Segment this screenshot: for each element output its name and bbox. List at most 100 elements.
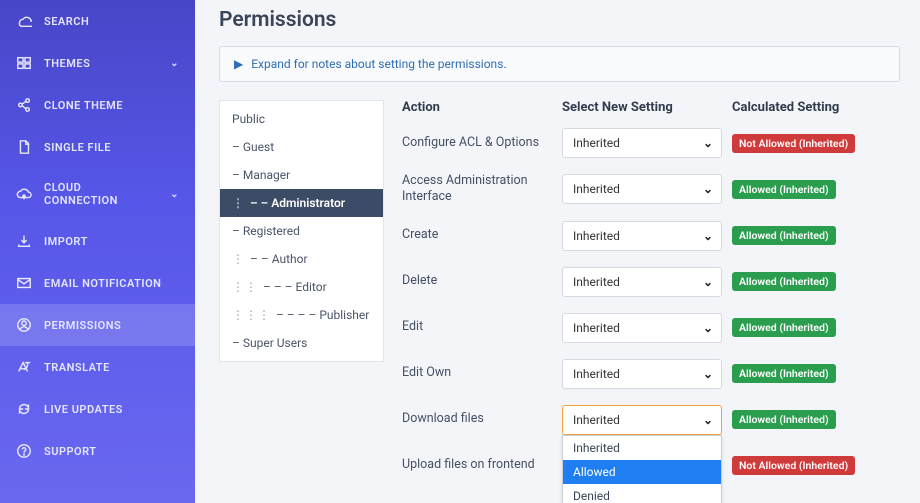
setting-select[interactable]: Inherited ⌄ xyxy=(562,221,722,251)
calculated-badge: Allowed (Inherited) xyxy=(732,364,836,383)
group-item[interactable]: ⋮ ⋮ – – – Editor xyxy=(220,273,383,301)
permission-row: Delete Inherited ⌄ Allowed (Inherited) xyxy=(402,266,900,298)
setting-select[interactable]: Inherited ⌄ xyxy=(562,359,722,389)
triangle-right-icon: ▶ xyxy=(234,57,243,71)
select-value: Inherited xyxy=(573,367,620,381)
setting-select[interactable]: Inherited⌄ xyxy=(562,174,722,204)
group-item[interactable]: ⋮ – – Administrator xyxy=(220,189,383,217)
group-label: – – Administrator xyxy=(250,196,345,210)
sidebar-item-label: TRANSLATE xyxy=(44,361,179,374)
sidebar-item-themes[interactable]: THEMES⌄ xyxy=(0,42,195,84)
cloud-sync-icon xyxy=(16,186,32,202)
setting-dropdown[interactable]: InheritedAllowedDenied xyxy=(562,435,722,503)
sidebar-item-live-updates[interactable]: LIVE UPDATES xyxy=(0,388,195,430)
setting-select[interactable]: Inherited ⌄ xyxy=(562,313,722,343)
translate-icon xyxy=(16,359,32,375)
chevron-down-icon: ⌄ xyxy=(703,275,713,289)
dropdown-option[interactable]: Inherited xyxy=(563,436,721,460)
action-label: Edit xyxy=(402,319,562,335)
sidebar-item-label: CLONE THEME xyxy=(44,99,179,112)
group-item[interactable]: Public xyxy=(220,105,383,133)
permission-row: Create Inherited ⌄ Allowed (Inherited) xyxy=(402,220,900,252)
main-content: Permissions ▶ Expand for notes about set… xyxy=(195,0,920,503)
page-title: Permissions xyxy=(219,0,900,46)
calculated-badge: Allowed (Inherited) xyxy=(732,410,836,429)
select-value: Inherited xyxy=(573,275,620,289)
chevron-down-icon: ⌄ xyxy=(703,321,713,335)
group-item[interactable]: – Guest xyxy=(220,133,383,161)
sidebar-item-clone-theme[interactable]: CLONE THEME xyxy=(0,84,195,126)
group-item[interactable]: ⋮ – – Author xyxy=(220,245,383,273)
chevron-down-icon: ⌄ xyxy=(703,136,713,150)
dropdown-option[interactable]: Allowed xyxy=(563,460,721,484)
setting-select[interactable]: Inherited ⌄ xyxy=(562,405,722,435)
permission-row: Edit Inherited ⌄ Allowed (Inherited) xyxy=(402,312,900,344)
sidebar-item-cloud-connection[interactable]: CLOUD CONNECTION ⌄ xyxy=(0,168,195,220)
permission-row: Download filesInherited⌄InheritedAllowed… xyxy=(402,404,900,436)
share-icon xyxy=(16,97,32,113)
action-label: Delete xyxy=(402,273,562,289)
group-item[interactable]: – Manager xyxy=(220,161,383,189)
chevron-down-icon: ⌄ xyxy=(703,367,713,381)
col-calculated: Calculated Setting xyxy=(732,100,872,115)
sidebar-item-label: CLOUD CONNECTION xyxy=(44,181,158,207)
sidebar-item-label: EMAIL NOTIFICATION xyxy=(44,277,179,290)
col-setting: Select New Setting xyxy=(562,100,732,115)
user-groups-panel: Public – Guest – Manager ⋮ – – Administrato… xyxy=(219,100,384,362)
setting-select[interactable]: Inherited ⌄ xyxy=(562,128,722,158)
sidebar-item-translate[interactable]: TRANSLATE xyxy=(0,346,195,388)
sidebar-item-label: LIVE UPDATES xyxy=(44,403,179,416)
sidebar-item-label: PERMISSIONS xyxy=(44,319,179,332)
group-label: – Registered xyxy=(232,224,300,238)
group-item[interactable]: – Super Users xyxy=(220,329,383,357)
calculated-badge: Allowed (Inherited) xyxy=(732,180,836,199)
help-icon xyxy=(16,443,32,459)
calculated-badge: Not Allowed (Inherited) xyxy=(732,456,855,475)
select-value: Inherited xyxy=(573,321,620,335)
chevron-down-icon: ⌄ xyxy=(703,229,713,243)
mail-icon xyxy=(16,275,32,291)
chevron-down-icon: ⌄ xyxy=(170,189,179,200)
chevron-down-icon: ⌄ xyxy=(703,413,713,427)
action-label: Upload files on frontend xyxy=(402,457,562,473)
sidebar-item-label: IMPORT xyxy=(44,235,179,248)
calculated-badge: Allowed (Inherited) xyxy=(732,226,836,245)
group-label: – Manager xyxy=(232,168,290,182)
group-item[interactable]: ⋮ ⋮ ⋮ – – – – Publisher xyxy=(220,301,383,329)
action-label: Create xyxy=(402,227,562,243)
action-label: Configure ACL & Options xyxy=(402,135,562,151)
group-label: – Guest xyxy=(232,140,274,154)
permission-row: Access Administration InterfaceInherited… xyxy=(402,173,900,206)
group-label: – – – – Publisher xyxy=(276,308,369,322)
dropdown-option[interactable]: Denied xyxy=(563,484,721,503)
sidebar-item-single-file[interactable]: SINGLE FILE xyxy=(0,126,195,168)
sidebar-item-label: SUPPORT xyxy=(44,445,179,458)
calculated-badge: Allowed (Inherited) xyxy=(732,272,836,291)
permission-row: Edit Own Inherited ⌄ Allowed (Inherited) xyxy=(402,358,900,390)
action-label: Edit Own xyxy=(402,365,562,381)
sidebar-item-support[interactable]: SUPPORT xyxy=(0,430,195,472)
sidebar: SEARCHTHEMES⌄CLONE THEMESINGLE FILECLOUD… xyxy=(0,0,195,503)
select-value: Inherited xyxy=(573,136,620,150)
select-value: Inherited xyxy=(573,229,620,243)
expand-notes-banner[interactable]: ▶ Expand for notes about setting the per… xyxy=(219,46,900,82)
action-label: Access Administration Interface xyxy=(402,173,562,206)
group-label: – – – Editor xyxy=(263,280,327,294)
group-label: – Super Users xyxy=(232,336,307,350)
group-label: – – Author xyxy=(250,252,308,266)
themes-icon xyxy=(16,55,32,71)
sidebar-item-label: THEMES xyxy=(44,57,158,70)
user-circle-icon xyxy=(16,317,32,333)
sidebar-item-label: SINGLE FILE xyxy=(44,141,179,154)
setting-select[interactable]: Inherited ⌄ xyxy=(562,267,722,297)
refresh-icon xyxy=(16,401,32,417)
select-value: Inherited xyxy=(573,413,620,427)
sidebar-item-import[interactable]: IMPORT xyxy=(0,220,195,262)
group-item[interactable]: – Registered xyxy=(220,217,383,245)
sidebar-item-permissions[interactable]: PERMISSIONS xyxy=(0,304,195,346)
sidebar-item-search[interactable]: SEARCH xyxy=(0,0,195,42)
col-action: Action xyxy=(402,100,562,115)
sidebar-item-email-notification[interactable]: EMAIL NOTIFICATION xyxy=(0,262,195,304)
select-value: Inherited xyxy=(573,182,620,196)
calculated-badge: Allowed (Inherited) xyxy=(732,318,836,337)
